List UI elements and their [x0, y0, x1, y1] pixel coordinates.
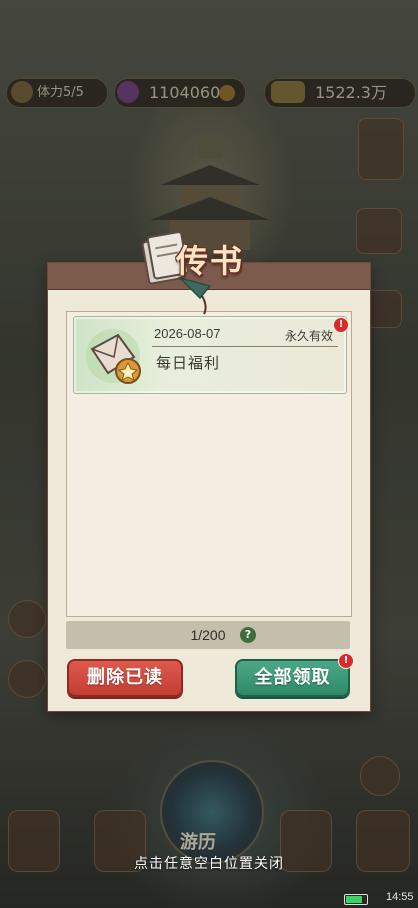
- help-icon[interactable]: ?: [240, 627, 256, 643]
- delete-read-button[interactable]: 删除已读: [67, 659, 183, 697]
- collect-badge: !: [338, 653, 354, 669]
- envelope-icon: [86, 329, 141, 384]
- collect-all-button[interactable]: 全部领取: [235, 659, 350, 697]
- status-bar: 14:55: [318, 890, 418, 908]
- battery-icon: [344, 894, 368, 905]
- mail-item[interactable]: 2026-08-07 永久有效 每日福利: [73, 316, 347, 394]
- clock: 14:55: [386, 891, 414, 903]
- dialog-title: 传书: [176, 242, 245, 280]
- mail-unread-badge: !: [333, 317, 349, 333]
- mail-title: 每日福利: [156, 354, 221, 372]
- mail-count: 1/200: [190, 627, 226, 643]
- mail-validity: 永久有效: [284, 329, 333, 343]
- mail-divider: [152, 346, 338, 347]
- close-hint: 点击任意空白位置关闭: [134, 856, 284, 872]
- mail-date: 2026-08-07: [154, 326, 221, 341]
- mail-count-bar: 1/200 ?: [66, 621, 350, 649]
- battery-level: [346, 896, 362, 903]
